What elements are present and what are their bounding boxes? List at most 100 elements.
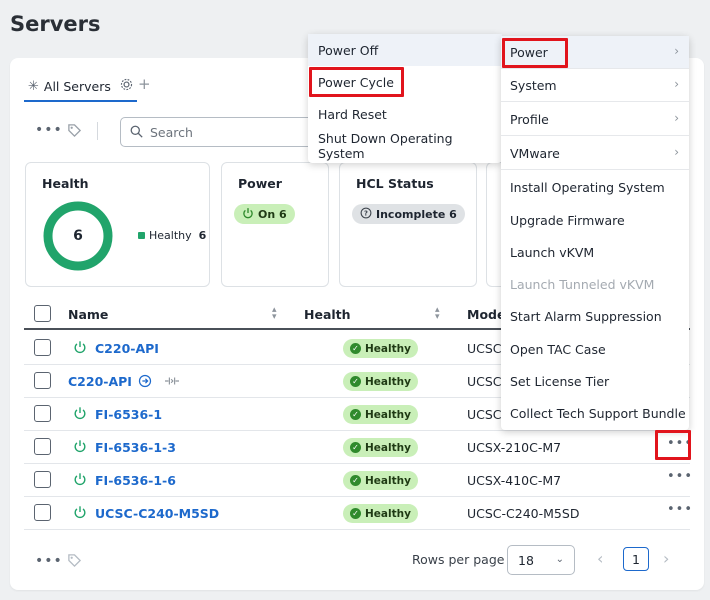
health-badge: ✓ Healthy — [343, 438, 418, 457]
more-horizontal-icon[interactable]: ••• — [35, 122, 63, 138]
toolbar-divider — [97, 122, 98, 140]
tag-icon[interactable] — [67, 553, 82, 572]
server-name-link[interactable]: UCSC-C240-M5SD — [95, 506, 219, 521]
menu-item-launch-tunneled-vkvm: Launch Tunneled vKVM — [510, 277, 655, 292]
health-legend: Healthy 6 — [138, 229, 206, 242]
health-donut-total: 6 — [73, 228, 83, 244]
power-icon — [74, 341, 86, 354]
link-icon — [164, 373, 180, 392]
hcl-incomplete-label: Incomplete 6 — [376, 207, 457, 221]
health-badge-label: Healthy — [365, 408, 411, 421]
tab-all-servers[interactable]: ✳ All Servers — [24, 76, 137, 102]
row-actions-button[interactable]: ••• — [665, 470, 695, 492]
power-icon — [74, 473, 86, 486]
health-badge-label: Healthy — [365, 441, 411, 454]
select-all-checkbox[interactable] — [34, 305, 51, 322]
menu-item-power-label: Power — [510, 44, 548, 60]
menu-item-start-alarm-suppression[interactable]: Start Alarm Suppression — [501, 300, 689, 333]
question-icon: ? — [360, 207, 372, 222]
health-badge: ✓ Healthy — [343, 372, 418, 391]
menu-item-launch-vkvm[interactable]: Launch vKVM — [501, 236, 689, 269]
chevron-right-icon: › — [674, 145, 679, 159]
column-header-health[interactable]: Health — [304, 307, 351, 322]
sort-icon[interactable]: ▴ ▾ — [272, 306, 277, 322]
menu-item-system[interactable]: System › — [501, 69, 689, 102]
server-name-link[interactable]: FI-6536-1-6 — [95, 473, 176, 488]
health-badge-label: Healthy — [365, 375, 411, 388]
check-icon: ✓ — [350, 376, 361, 387]
healthy-legend-count: 6 — [198, 229, 207, 242]
power-widget-title: Power — [238, 176, 282, 191]
healthy-swatch — [138, 232, 145, 239]
health-widget-title: Health — [42, 176, 89, 191]
menu-item-power-cycle[interactable]: Power Cycle — [308, 66, 502, 98]
previous-page-button[interactable]: ‹ — [597, 549, 603, 568]
gear-icon[interactable] — [120, 78, 133, 94]
power-icon — [74, 440, 86, 453]
health-badge: ✓ Healthy — [343, 339, 418, 358]
menu-item-power[interactable]: Power › — [501, 36, 689, 69]
check-icon: ✓ — [350, 508, 361, 519]
login-icon[interactable] — [138, 373, 152, 392]
row-actions-button[interactable]: ••• — [665, 437, 695, 459]
search-input[interactable] — [150, 124, 310, 140]
hcl-incomplete-pill[interactable]: ? Incomplete 6 — [352, 204, 465, 224]
check-icon: ✓ — [350, 409, 361, 420]
chevron-right-icon: › — [674, 44, 679, 58]
row-checkbox[interactable] — [34, 372, 51, 389]
row-checkbox[interactable] — [34, 471, 51, 488]
sort-icon[interactable]: ▴ ▾ — [435, 306, 440, 322]
server-name-link[interactable]: FI-6536-1 — [95, 407, 162, 422]
server-name-link[interactable]: C220-API — [95, 341, 159, 356]
row-checkbox[interactable] — [34, 504, 51, 521]
menu-item-system-label: System — [510, 77, 557, 93]
tab-all-servers-label: All Servers — [43, 78, 111, 94]
more-horizontal-icon[interactable]: ••• — [35, 553, 63, 569]
search-field[interactable] — [120, 117, 330, 147]
svg-text:?: ? — [364, 209, 368, 217]
rows-per-page-select[interactable]: 18 ⌄ — [507, 545, 575, 575]
table-row[interactable]: FI-6536-1-6 ✓ Healthy UCSX-410C-M7 ••• — [24, 464, 692, 497]
current-page-button[interactable]: 1 — [623, 547, 649, 571]
health-badge-label: Healthy — [365, 507, 411, 520]
menu-item-shut-down-os[interactable]: Shut Down Operating System — [308, 130, 502, 162]
row-actions-menu: Power › System › Profile › VMware › Inst… — [501, 36, 689, 430]
menu-item-power-off[interactable]: Power Off — [308, 34, 502, 66]
menu-item-profile-label: Profile — [510, 111, 549, 127]
tag-icon[interactable] — [67, 123, 82, 142]
row-checkbox[interactable] — [34, 339, 51, 356]
rows-per-page-value: 18 — [518, 552, 534, 568]
menu-item-profile[interactable]: Profile › — [501, 103, 689, 136]
next-page-button[interactable]: › — [663, 549, 669, 568]
health-badge: ✓ Healthy — [343, 471, 418, 490]
power-icon — [74, 407, 86, 420]
chevron-right-icon: › — [674, 77, 679, 91]
table-row[interactable]: UCSC-C240-M5SD ✓ Healthy UCSC-C240-M5SD •… — [24, 497, 692, 530]
server-name-link[interactable]: C220-API — [68, 374, 132, 389]
model-cell: UCSX-410C-M7 — [467, 473, 562, 488]
model-cell: UCSC — [467, 341, 502, 356]
server-name-link[interactable]: FI-6536-1-3 — [95, 440, 176, 455]
add-tab-button[interactable]: + — [138, 75, 151, 93]
chevron-right-icon: › — [674, 111, 679, 125]
row-checkbox[interactable] — [34, 405, 51, 422]
model-cell: UCSX-210C-M7 — [467, 440, 562, 455]
power-submenu: Power Off Power Cycle Hard Reset Shut Do… — [308, 34, 502, 163]
menu-item-set-license-tier[interactable]: Set License Tier — [501, 365, 689, 398]
column-header-model[interactable]: Mode — [467, 307, 505, 322]
menu-item-open-tac-case[interactable]: Open TAC Case — [501, 333, 689, 366]
power-widget[interactable]: Power On 6 — [221, 162, 329, 287]
menu-item-install-os[interactable]: Install Operating System — [501, 171, 689, 204]
row-checkbox[interactable] — [34, 438, 51, 455]
check-icon: ✓ — [350, 343, 361, 354]
menu-item-vmware[interactable]: VMware › — [501, 137, 689, 170]
row-actions-button[interactable]: ••• — [665, 503, 695, 525]
menu-item-collect-tech-support-bundle[interactable]: Collect Tech Support Bundle — [501, 397, 689, 430]
health-widget[interactable]: Health 6 Healthy 6 — [25, 162, 210, 287]
menu-item-upgrade-firmware[interactable]: Upgrade Firmware — [501, 204, 689, 237]
hcl-status-widget[interactable]: HCL Status ? Incomplete 6 — [339, 162, 477, 287]
power-on-pill[interactable]: On 6 — [234, 204, 295, 224]
table-row[interactable]: FI-6536-1-3 ✓ Healthy UCSX-210C-M7 ••• — [24, 431, 692, 464]
menu-item-hard-reset[interactable]: Hard Reset — [308, 98, 502, 130]
column-header-name[interactable]: Name — [68, 307, 108, 322]
